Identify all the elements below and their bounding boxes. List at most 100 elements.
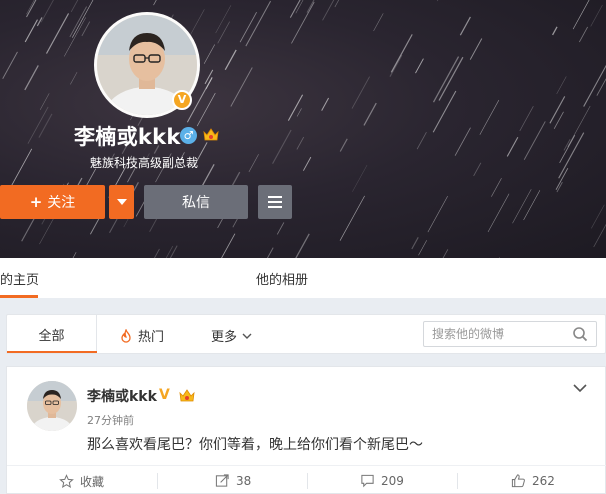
active-filter-indicator	[7, 351, 97, 353]
star-trail	[291, 1, 315, 44]
tab-album[interactable]: 他的相册	[256, 269, 308, 288]
vip-member-icon[interactable]	[178, 387, 196, 405]
verified-v-icon: V	[159, 387, 170, 403]
star-trail	[321, 97, 330, 111]
vip-member-icon[interactable]	[202, 126, 220, 144]
action-divider	[157, 473, 158, 489]
fire-icon	[121, 328, 131, 343]
star-trail	[558, 132, 585, 179]
favorite-button[interactable]: 收藏	[59, 473, 104, 490]
follow-button[interactable]: + 关注	[0, 185, 105, 219]
star-trail	[454, 127, 471, 156]
star-trail	[81, 21, 91, 37]
star-trail	[523, 190, 541, 221]
star-trail	[436, 0, 439, 2]
star-trail	[491, 178, 502, 197]
star-trail	[70, 72, 78, 85]
star-trail	[339, 195, 365, 241]
profile-description: 魅族科技高级副总裁	[90, 156, 199, 170]
star-trail	[296, 108, 302, 117]
post-timestamp[interactable]: 27分钟前	[87, 412, 134, 428]
favorite-label: 收藏	[80, 475, 105, 489]
filter-hot[interactable]: 热门	[119, 326, 164, 345]
filter-all[interactable]: 全部	[7, 315, 97, 353]
star-trail	[276, 222, 285, 235]
action-divider	[307, 473, 308, 489]
chevron-down-icon	[242, 333, 252, 339]
star-trail	[26, 0, 35, 15]
star-trail	[322, 0, 335, 21]
star-trail	[591, 204, 605, 229]
star-trail	[40, 0, 54, 23]
profile-tabs: 的主页 他的相册	[0, 258, 606, 298]
feed-post: 李楠或kkk V 27分钟前 那么喜欢看尾巴？你们等着，晚上给你们看个新尾巴～ …	[6, 366, 606, 494]
star-trail	[519, 106, 534, 132]
star-trail	[153, 248, 160, 258]
star-trail	[506, 136, 519, 157]
star-trail	[487, 193, 510, 233]
star-trail	[2, 51, 18, 79]
star-trail	[24, 65, 39, 91]
star-trail	[459, 16, 471, 36]
star-trail	[416, 132, 427, 150]
star-trail	[204, 69, 214, 85]
post-author-avatar[interactable]	[27, 381, 77, 431]
avatar-photo	[27, 381, 77, 431]
message-label: 私信	[182, 195, 210, 211]
star-trail	[427, 196, 448, 233]
profile-name: 李楠或kkk	[74, 125, 181, 149]
star-trail	[24, 19, 38, 43]
star-trail	[203, 44, 216, 64]
tab-home[interactable]: 的主页	[0, 269, 39, 288]
active-tab-indicator	[0, 295, 38, 298]
star-trail	[442, 249, 449, 258]
star-trail	[512, 189, 532, 224]
search-box	[423, 321, 597, 347]
filter-all-label: 全部	[38, 328, 65, 344]
profile-banner: V 李楠或kkk ♂ 魅族科技高级副总裁 + 关注 私信	[0, 0, 606, 258]
plus-icon: +	[29, 193, 43, 211]
star-trail	[272, 129, 292, 164]
star-trail	[196, 92, 216, 127]
filter-hot-label: 热门	[138, 330, 165, 345]
like-button[interactable]: 262	[511, 473, 555, 488]
star-trail	[153, 0, 157, 6]
star-trail	[351, 76, 370, 109]
comment-button[interactable]: 209	[360, 473, 404, 488]
share-button[interactable]: 38	[215, 473, 251, 488]
filter-more-dropdown[interactable]: 更多	[211, 326, 252, 345]
more-menu-button[interactable]	[258, 185, 292, 219]
menu-icon	[268, 196, 282, 198]
star-trail	[556, 76, 567, 95]
star-trail	[339, 138, 348, 152]
follow-dropdown-button[interactable]	[109, 185, 134, 219]
star-trail	[215, 5, 232, 34]
star-trail	[287, 94, 304, 121]
message-button[interactable]: 私信	[144, 185, 248, 219]
thumbs-up-icon	[511, 474, 525, 488]
caret-down-icon	[116, 199, 127, 205]
star-trail	[597, 240, 606, 258]
star-trail	[64, 17, 86, 57]
star-trail	[559, 134, 576, 163]
star-trail	[334, 0, 340, 8]
star-trail	[295, 233, 310, 258]
star-trail	[230, 67, 253, 107]
post-action-bar: 收藏 38 209 262	[7, 465, 606, 494]
share-count: 38	[236, 473, 252, 488]
star-trail	[302, 156, 312, 171]
star-trail	[295, 0, 304, 14]
star-trail	[590, 4, 603, 27]
star-trail	[70, 0, 79, 13]
search-input[interactable]	[432, 323, 572, 345]
post-author-name[interactable]: 李楠或kkk	[87, 386, 157, 406]
chevron-down-icon[interactable]	[573, 383, 587, 393]
star-trail	[266, 247, 274, 258]
comment-icon	[361, 474, 374, 488]
star-trail	[438, 56, 464, 101]
star-trail	[479, 99, 500, 135]
star-trail	[549, 96, 566, 124]
star-trail	[217, 21, 230, 44]
search-icon[interactable]	[572, 326, 588, 342]
filter-more-label: 更多	[211, 330, 238, 345]
